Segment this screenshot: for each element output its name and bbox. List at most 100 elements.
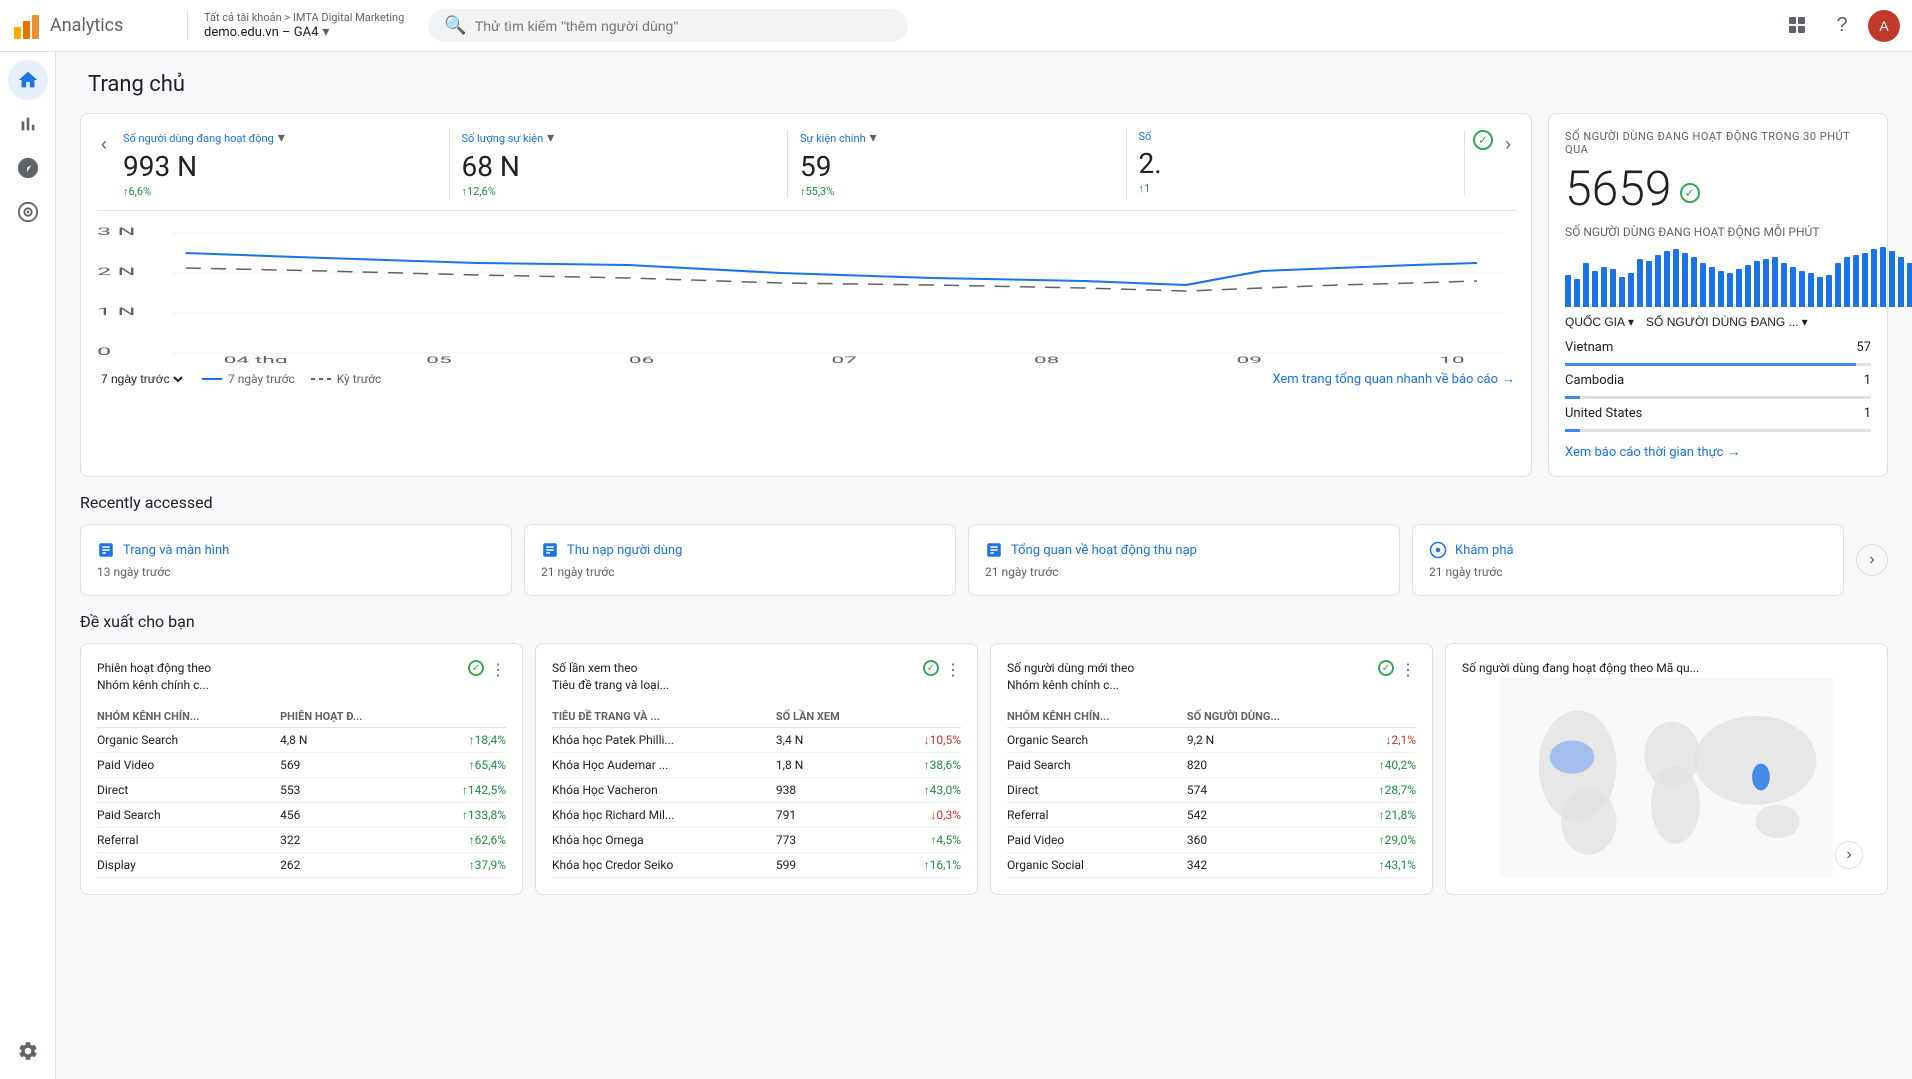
report-icon — [985, 541, 1003, 559]
main-content: Trang chủ ‹ Số người dùng đang hoạt động… — [56, 52, 1912, 1079]
suggestion-actions: ✓ ⋮ — [468, 660, 506, 680]
suggestion-row-label: Organic Search — [97, 727, 280, 752]
suggestion-menu-button[interactable]: ⋮ — [1400, 660, 1416, 680]
recent-card-item[interactable]: Tổng quan về hoạt động thu nạp 21 ngày t… — [968, 524, 1400, 596]
suggestion-row-value: 342 — [1187, 852, 1350, 877]
suggestion-card-title: Số người dùng mới theoNhóm kênh chính c.… — [1007, 660, 1134, 694]
suggestion-menu-button[interactable]: ⋮ — [490, 660, 506, 680]
map-container: › — [1462, 677, 1871, 877]
metric-extra[interactable]: Số 2. ↑1 — [1127, 130, 1466, 195]
rt-bar-item — [1736, 269, 1742, 307]
filter-country-button[interactable]: QUỐC GIA ▾ — [1565, 315, 1634, 329]
svg-text:04 thg: 04 thg — [224, 355, 288, 363]
filter-users-button[interactable]: SỐ NGƯỜI DÙNG ĐANG ... ▾ — [1646, 315, 1808, 329]
suggestion-row-change: ↑16,1% — [893, 852, 961, 877]
recent-card-item[interactable]: Trang và màn hình 13 ngày trước — [80, 524, 512, 596]
suggestion-row-change: ↑65,4% — [427, 752, 506, 777]
rt-bar-item — [1799, 271, 1805, 307]
legend-line-previous — [311, 378, 331, 380]
suggestion-table-row: Organic Social 342 ↑43,1% — [1007, 852, 1416, 877]
metric-events[interactable]: Số lượng sự kiện ▾ 68 N ↑12,6% — [450, 130, 789, 198]
realtime-view-link[interactable]: Xem báo cáo thời gian thực → — [1565, 444, 1871, 460]
filter-users-label: SỐ NGƯỜI DÙNG ĐANG ... — [1646, 315, 1799, 329]
metric-events-value: 68 N — [462, 150, 776, 183]
country-bar-bg — [1565, 429, 1871, 432]
suggestion-table-row: Khóa học Richard Mil... 791 ↓0,3% — [552, 802, 961, 827]
legend-item-current: 7 ngày trước — [202, 372, 295, 386]
breadcrumb: Tất cả tài khoản > IMTA Digital Marketin… — [187, 11, 404, 40]
recent-card-title: Khám phá — [1429, 541, 1827, 559]
legend-label-previous: Kỳ trước — [337, 372, 382, 386]
rt-bar-item — [1619, 277, 1625, 307]
suggestion-row-value: 820 — [1187, 752, 1350, 777]
country-bar-cell — [1565, 391, 1871, 403]
legend-line-current — [202, 378, 222, 380]
grid-icon-button[interactable] — [1780, 8, 1816, 44]
search-icon: 🔍 — [444, 15, 466, 36]
svg-text:0: 0 — [97, 346, 111, 358]
sidebar-item-explore[interactable] — [8, 148, 48, 188]
rt-bar-item — [1826, 275, 1832, 307]
country-bar-row — [1565, 424, 1871, 436]
breadcrumb-bottom-link[interactable]: demo.edu.vn – GA4 ▾ — [204, 24, 404, 40]
sidebar-item-reports[interactable] — [8, 104, 48, 144]
suggestion-row-change: ↑21,8% — [1350, 802, 1416, 827]
sidebar-item-advertising[interactable] — [8, 192, 48, 232]
suggestion-row-value: 938 — [776, 777, 893, 802]
recent-nav-next-button[interactable]: › — [1856, 544, 1888, 576]
recent-card-date: 21 ngày trước — [985, 565, 1383, 579]
suggestion-row-change: ↑28,7% — [1350, 777, 1416, 802]
sidebar-item-home[interactable] — [8, 60, 48, 100]
rt-bar-item — [1772, 257, 1778, 307]
rt-bar-item — [1763, 259, 1769, 307]
explore-small-icon — [1429, 541, 1447, 559]
suggestion-table-row: Direct 553 ↑142,5% — [97, 777, 506, 802]
period-select[interactable]: 7 ngày trước — [97, 371, 186, 387]
metric-events-label: Số lượng sự kiện ▾ — [462, 130, 776, 146]
suggestion-table-row: Khóa học Omega 773 ↑4,5% — [552, 827, 961, 852]
metrics-prev-button[interactable]: ‹ — [97, 130, 111, 159]
recent-card-item[interactable]: Thu nạp người dùng 21 ngày trước — [524, 524, 956, 596]
country-bar-row — [1565, 391, 1871, 403]
filter-users-arrow: ▾ — [1802, 315, 1808, 329]
suggestion-table-row: Khóa học Credor Seiko 599 ↑16,1% — [552, 852, 961, 877]
search-input[interactable] — [475, 18, 893, 34]
recent-card-title-text: Trang và màn hình — [123, 543, 229, 558]
nav-icons: ? A — [1780, 8, 1900, 44]
sidebar-item-settings[interactable] — [8, 1031, 48, 1071]
realtime-bars — [1565, 247, 1871, 307]
suggestion-row-label: Display — [97, 852, 280, 877]
recent-card-title: Tổng quan về hoạt động thu nạp — [985, 541, 1383, 559]
suggestion-row-change: ↑29,0% — [1350, 827, 1416, 852]
metric-key-events[interactable]: Sự kiện chính ▾ 59 ↑55,3% — [788, 130, 1127, 198]
chart-footer: 7 ngày trước 7 ngày trước Kỳ trước — [97, 371, 1515, 387]
map-card-title: Số người dùng đang hoạt động theo Mã qu.… — [1462, 660, 1871, 677]
help-icon-button[interactable]: ? — [1824, 8, 1860, 44]
metric-key-events-change: ↑55,3% — [800, 185, 1114, 198]
view-report-link[interactable]: Xem trang tổng quan nhanh về báo cáo → — [1272, 371, 1515, 387]
suggestion-row-label: Direct — [97, 777, 280, 802]
grid-icon — [1788, 16, 1808, 36]
search-bar[interactable]: 🔍 — [428, 9, 908, 42]
metric-key-events-dropdown-icon: ▾ — [870, 130, 877, 146]
suggestion-card-item: Phiên hoạt động theoNhóm kênh chính c...… — [80, 643, 523, 895]
realtime-per-minute-label: SỐ NGƯỜI DÙNG ĐANG HOẠT ĐỘNG MỖI PHÚT — [1565, 225, 1871, 239]
suggestion-table-row: Organic Search 9,2 N ↓2,1% — [1007, 727, 1416, 752]
suggestion-row-value: 456 — [280, 802, 427, 827]
map-svg — [1462, 677, 1871, 877]
user-avatar-button[interactable]: A — [1868, 10, 1900, 42]
suggestion-row-value: 553 — [280, 777, 427, 802]
rt-bar-item — [1862, 253, 1868, 307]
map-nav-button[interactable]: › — [1835, 841, 1863, 869]
suggestion-col1-header: NHÓM KÊNH CHÍN... — [1007, 706, 1187, 728]
metrics-next-button[interactable]: › — [1501, 130, 1515, 159]
recent-card-item[interactable]: Khám phá 21 ngày trước — [1412, 524, 1844, 596]
map-card: Số người dùng đang hoạt động theo Mã qu.… — [1445, 643, 1888, 895]
realtime-view-link-text: Xem báo cáo thời gian thực — [1565, 445, 1723, 460]
metric-active-users[interactable]: Số người dùng đang hoạt động ▾ 993 N ↑6,… — [111, 130, 450, 198]
suggestion-menu-button[interactable]: ⋮ — [945, 660, 961, 680]
recent-card-date: 21 ngày trước — [541, 565, 939, 579]
settings-icon — [17, 1040, 39, 1062]
recently-accessed-row: Trang và màn hình 13 ngày trước Thu nạp … — [80, 524, 1888, 596]
recent-card-title-text: Thu nạp người dùng — [567, 543, 682, 558]
